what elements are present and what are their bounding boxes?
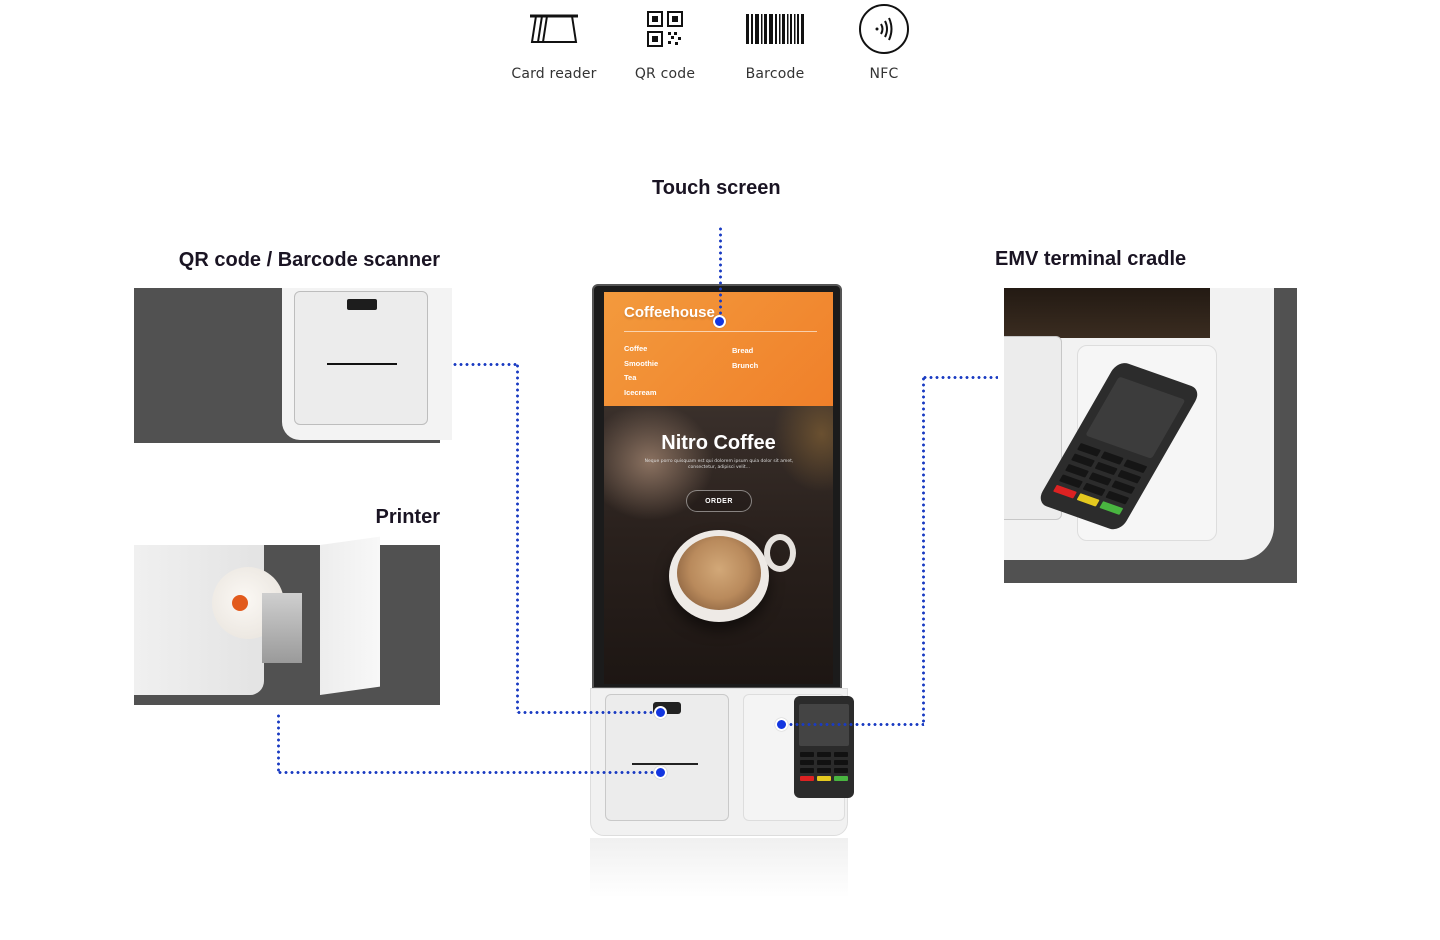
printer-slot-line xyxy=(327,363,397,365)
printer-door xyxy=(320,536,380,695)
hotspot-printer[interactable] xyxy=(654,766,667,779)
cup-handle xyxy=(764,534,796,572)
connector-touch-screen xyxy=(719,226,722,320)
connector-scanner xyxy=(516,363,519,713)
connector-printer xyxy=(277,771,660,774)
hotspot-scanner[interactable] xyxy=(654,706,667,719)
barcode-icon xyxy=(720,0,830,58)
kiosk-reflection xyxy=(590,838,848,898)
feature-label: Card reader xyxy=(511,66,597,82)
printer-mechanism xyxy=(262,593,302,663)
connector-emv xyxy=(922,376,998,379)
hotspot-emv[interactable] xyxy=(775,718,788,731)
menu-item[interactable]: Brunch xyxy=(732,359,758,374)
hero-title: Nitro Coffee xyxy=(661,432,776,454)
hotspot-touch-screen[interactable] xyxy=(713,315,726,328)
screen-brand: Coffeehouse xyxy=(624,304,715,321)
emv-title: EMV terminal cradle xyxy=(995,248,1187,270)
scanner-window xyxy=(347,299,377,310)
connector-scanner xyxy=(516,711,660,714)
menu-item[interactable]: Coffee xyxy=(624,342,658,357)
order-button[interactable]: ORDER xyxy=(686,490,752,512)
feature-label: QR code xyxy=(634,66,696,82)
menu-right: Bread Brunch xyxy=(732,344,758,373)
connector-scanner xyxy=(452,363,518,366)
scanner-title: QR code / Barcode scanner xyxy=(178,249,440,271)
scanner-cover xyxy=(294,291,428,425)
paper-roll-hub xyxy=(232,595,248,611)
feature-card-reader: Card reader xyxy=(499,0,609,82)
kiosk-touch-screen[interactable]: Coffeehouse Coffee Smoothie Tea Icecream… xyxy=(604,292,833,684)
screen-divider xyxy=(624,331,817,332)
touch-screen-title: Touch screen xyxy=(652,177,781,199)
terminal-keypad xyxy=(800,752,848,781)
card-reader-icon xyxy=(499,0,609,58)
connector-printer xyxy=(277,713,280,773)
menu-left: Coffee Smoothie Tea Icecream xyxy=(624,342,658,400)
connector-emv xyxy=(922,376,925,726)
coffee-cup xyxy=(669,530,769,622)
menu-item[interactable]: Bread xyxy=(732,344,758,359)
feature-qr-code: QR code xyxy=(610,0,720,82)
printer-title: Printer xyxy=(375,506,440,528)
connector-emv xyxy=(782,723,924,726)
feature-label: NFC xyxy=(869,66,899,82)
emv-keypad xyxy=(1053,442,1148,515)
qr-code-icon xyxy=(610,0,720,58)
receipt-slot xyxy=(632,763,698,765)
hero-subtitle: Neque porro quisquam est qui dolorem ips… xyxy=(644,459,794,470)
coffee-crema xyxy=(677,536,761,610)
feature-label: Barcode xyxy=(745,66,805,82)
nfc-icon xyxy=(829,0,939,58)
feature-barcode: Barcode xyxy=(720,0,830,82)
feature-nfc: NFC xyxy=(829,0,939,82)
menu-item[interactable]: Icecream xyxy=(624,386,658,401)
menu-item[interactable]: Smoothie xyxy=(624,357,658,372)
payment-terminal xyxy=(794,696,854,798)
menu-item[interactable]: Tea xyxy=(624,371,658,386)
emv-kiosk-screen xyxy=(1004,288,1210,338)
